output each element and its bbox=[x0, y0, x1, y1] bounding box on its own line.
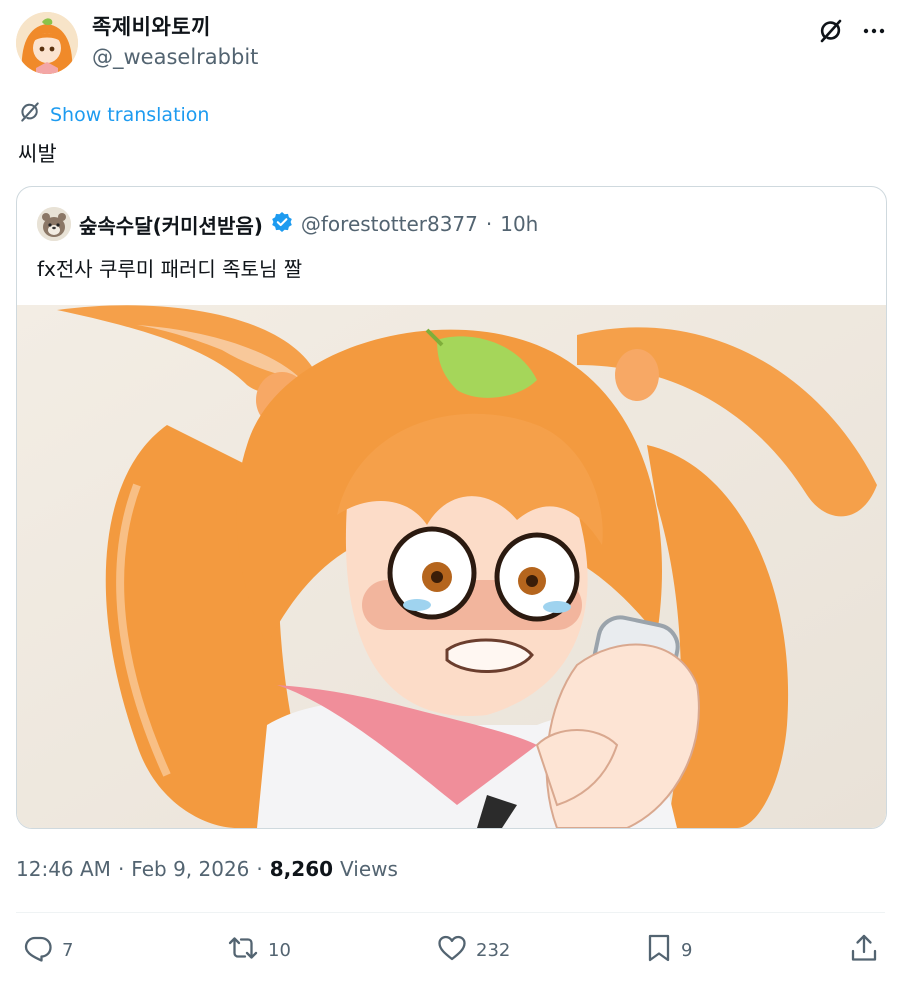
repost-count: 10 bbox=[268, 939, 291, 961]
share-button[interactable] bbox=[848, 930, 880, 970]
reply-count: 7 bbox=[62, 939, 74, 961]
quote-timestamp[interactable]: 10h bbox=[500, 212, 538, 236]
repost-button[interactable]: 10 bbox=[226, 930, 291, 970]
tweet-time[interactable]: 12:46 AM bbox=[16, 857, 111, 881]
quote-avatar[interactable] bbox=[37, 207, 71, 241]
like-button[interactable]: 232 bbox=[436, 930, 510, 970]
show-translation-link[interactable]: Show translation bbox=[18, 100, 209, 129]
views-count: 8,260 bbox=[269, 857, 334, 881]
quote-media-image[interactable] bbox=[17, 305, 886, 828]
quote-header: 숲속수달(커미션받음) @forestotter8377 · 10h bbox=[37, 207, 538, 241]
translation-label: Show translation bbox=[50, 103, 210, 126]
author-handle[interactable]: @_weaselrabbit bbox=[92, 45, 258, 69]
share-icon bbox=[848, 932, 880, 969]
bookmark-button[interactable]: 9 bbox=[645, 930, 692, 970]
author-name[interactable]: 족제비와토끼 bbox=[92, 11, 211, 41]
tweet-text: 씨발 bbox=[18, 142, 57, 166]
tweet-date[interactable]: Feb 9, 2026 bbox=[131, 857, 249, 881]
reply-icon bbox=[22, 932, 54, 969]
separator-dot: · bbox=[117, 857, 125, 881]
quote-text: fx전사 쿠루미 패러디 족토님 짤 bbox=[37, 257, 303, 281]
views-label: Views bbox=[340, 857, 398, 881]
more-icon[interactable] bbox=[857, 14, 891, 48]
repost-icon bbox=[226, 932, 260, 969]
reply-button[interactable]: 7 bbox=[22, 930, 73, 970]
grok-icon[interactable] bbox=[814, 14, 848, 48]
quote-author-name[interactable]: 숲속수달(커미션받음) bbox=[79, 210, 263, 239]
author-avatar[interactable] bbox=[16, 12, 78, 74]
verified-badge-icon bbox=[271, 211, 293, 238]
bookmark-count: 9 bbox=[681, 939, 693, 961]
separator-dot: · bbox=[485, 212, 493, 236]
divider bbox=[16, 912, 885, 913]
bookmark-icon bbox=[645, 932, 673, 969]
quote-author-handle[interactable]: @forestotter8377 bbox=[301, 212, 478, 236]
tweet-meta: 12:46 AM · Feb 9, 2026 · 8,260 Views bbox=[16, 857, 398, 881]
translate-icon bbox=[18, 100, 42, 129]
quoted-tweet-card[interactable]: 숲속수달(커미션받음) @forestotter8377 · 10h fx전사 … bbox=[16, 186, 887, 829]
separator-dot: · bbox=[256, 857, 263, 881]
like-icon bbox=[436, 932, 468, 969]
like-count: 232 bbox=[476, 939, 511, 961]
